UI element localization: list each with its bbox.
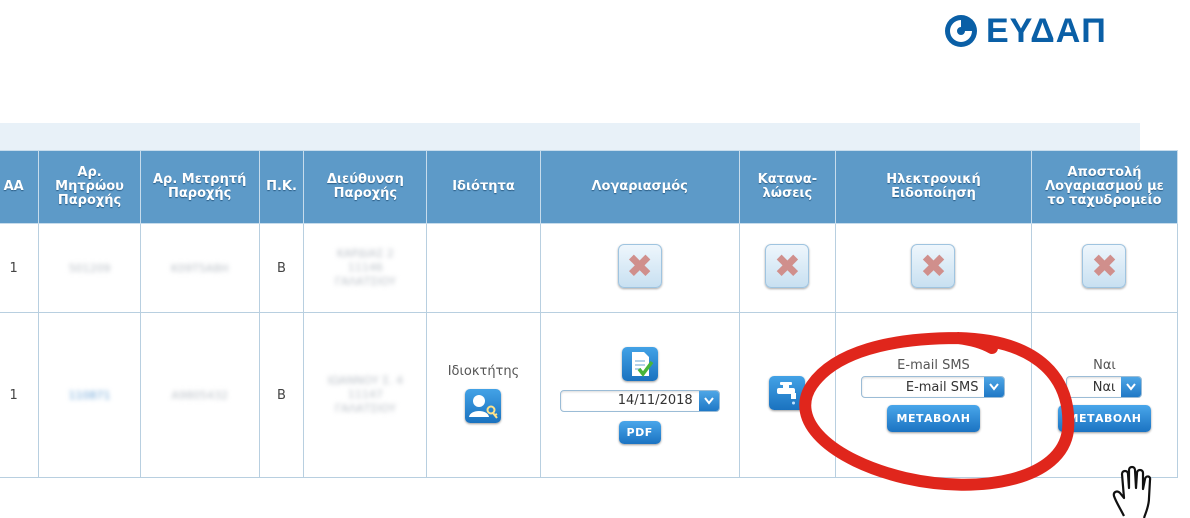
header-registry: Αρ. Μητρώου Παροχής <box>38 150 141 224</box>
hand-pointer-icon <box>1112 465 1152 518</box>
notify-select[interactable]: E-mail SMS <box>861 376 1006 398</box>
cell-post: Ναι Ναι ΜΕΤΑΒΟΛΗ <box>1030 312 1179 478</box>
cell-role: Ιδιοκτήτης <box>426 312 541 478</box>
cell-aa: 1 <box>0 223 40 313</box>
header-post: Αποστολή Λογαριασμού με το ταχυδρομείο <box>1030 150 1179 224</box>
cell-post: ✖ <box>1030 223 1179 313</box>
cell-meter: A9805432 <box>139 312 260 478</box>
cell-meter: K09T5A8H <box>139 223 260 313</box>
post-current: Ναι <box>1093 358 1116 373</box>
post-change-button[interactable]: ΜΕΤΑΒΟΛΗ <box>1057 405 1152 432</box>
x-disabled-icon: ✖ <box>1082 244 1127 288</box>
header-address: Διεύθυνση Παροχής <box>303 150 428 224</box>
eydap-logo: ΕΥΔΑΠ <box>944 10 1107 52</box>
eydap-logo-icon <box>945 15 977 47</box>
notify-current: E-mail SMS <box>897 358 970 373</box>
cell-e-notify: ✖ <box>835 223 1032 313</box>
x-disabled-icon: ✖ <box>911 244 956 288</box>
cell-aa: 1 <box>0 312 40 478</box>
registry-link[interactable]: 110871 <box>69 389 111 403</box>
cell-role <box>426 223 541 313</box>
brand-name: ΕΥΔΑΠ <box>986 11 1107 50</box>
header-consumption: Κατανα-λώσεις <box>738 150 837 224</box>
notify-change-button[interactable]: ΜΕΤΑΒΟΛΗ <box>886 405 981 432</box>
owner-label: Ιδιοκτήτης <box>447 363 520 379</box>
header-role: Ιδιότητα <box>426 150 541 224</box>
chevron-down-icon[interactable] <box>984 377 1005 397</box>
cell-address: ΚΑΡΔΙΑΣ 2 11146 ΓΑΛΑΤΣΙΟΥ <box>303 223 428 313</box>
cell-consumption <box>738 312 837 478</box>
user-key-icon[interactable] <box>465 388 502 423</box>
cell-address: ΙΩΑΝΝΟΥ Σ. 4 11147 ΓΑΛΑΤΣΙΟΥ <box>303 312 428 478</box>
faucet-icon[interactable] <box>769 376 806 410</box>
table-row: 1 110871 A9805432 Β ΙΩΑΝΝΟΥ Σ. 4 11147 ΓΑΛ… <box>0 312 1179 478</box>
cell-bill: ✖ <box>539 223 740 313</box>
header-e-notify: Ηλεκτρονική Ειδοποίηση <box>835 150 1032 224</box>
header-pk: Π.Κ. <box>258 150 305 224</box>
header-aa: ΑΑ <box>0 150 40 224</box>
cell-pk: Β <box>258 312 305 478</box>
cell-bill: 14/11/2018 PDF <box>539 312 740 478</box>
table-top-band <box>0 123 1140 150</box>
chevron-down-icon[interactable] <box>1121 377 1142 397</box>
header-meter: Αρ. Μετρητή Παροχής <box>139 150 260 224</box>
cell-registry[interactable]: 110871 <box>38 312 141 478</box>
chevron-down-icon[interactable] <box>698 390 719 411</box>
x-disabled-icon: ✖ <box>617 244 662 288</box>
supplies-table: ΑΑ Αρ. Μητρώου Παροχής Αρ. Μετρητή Παροχής … <box>0 150 1179 478</box>
bill-date-select[interactable]: 14/11/2018 <box>559 389 720 412</box>
table-header-row: ΑΑ Αρ. Μητρώου Παροχής Αρ. Μετρητή Παροχής … <box>0 150 1179 224</box>
pdf-button[interactable]: PDF <box>618 420 661 444</box>
post-select[interactable]: Ναι <box>1066 376 1143 398</box>
table-row: 1 501209 K09T5A8H Β ΚΑΡΔΙΑΣ 2 11146 ΓΑΛΑΤΣ… <box>0 223 1179 313</box>
header-bill: Λογαριασμός <box>539 150 740 224</box>
document-check-icon[interactable] <box>621 346 658 381</box>
x-disabled-icon: ✖ <box>765 244 810 288</box>
cell-registry: 501209 <box>38 223 141 313</box>
cell-pk: Β <box>258 223 305 313</box>
cell-e-notify: E-mail SMS E-mail SMS ΜΕΤΑΒΟΛΗ <box>835 312 1032 478</box>
cell-consumption: ✖ <box>738 223 837 313</box>
